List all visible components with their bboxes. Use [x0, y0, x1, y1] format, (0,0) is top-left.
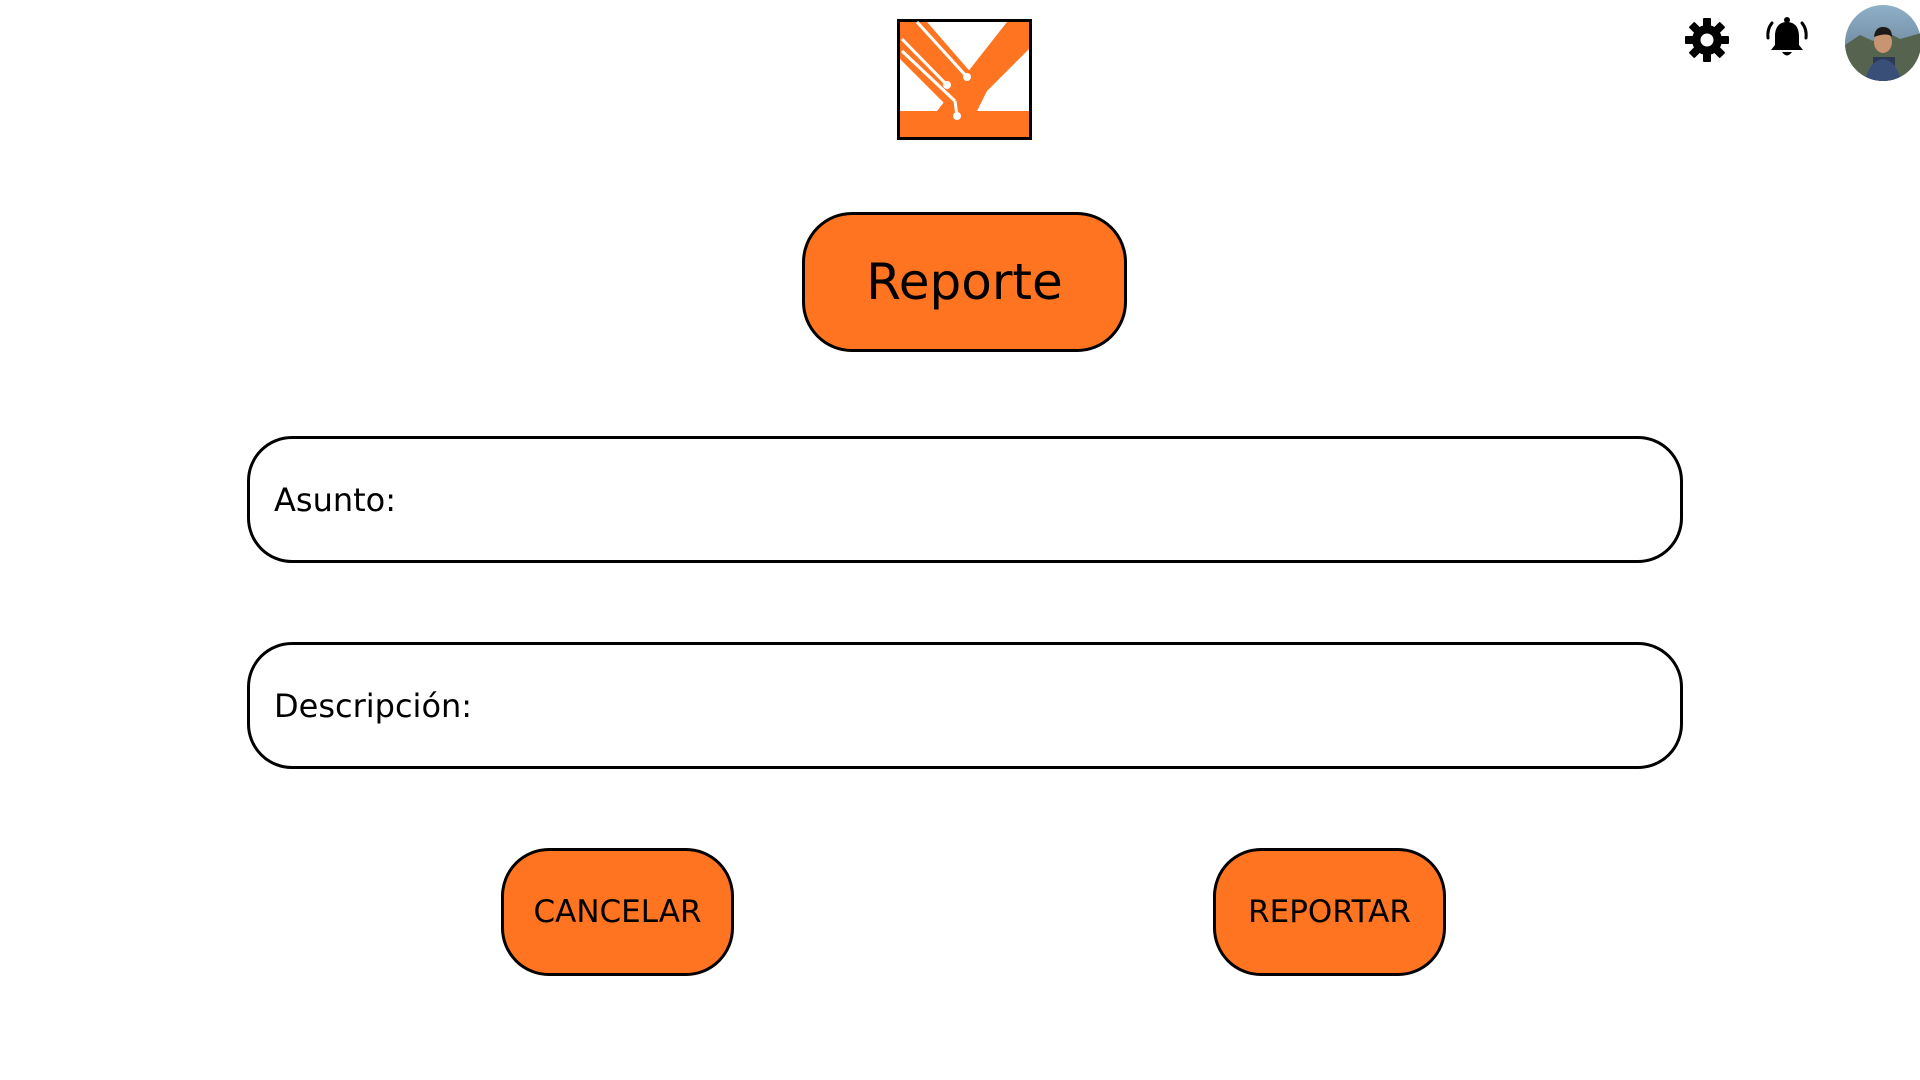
page-title: Reporte	[802, 212, 1127, 352]
report-button[interactable]: REPORTAR	[1213, 848, 1446, 976]
bell-icon[interactable]	[1763, 14, 1811, 62]
description-input[interactable]	[482, 675, 1680, 736]
subject-input[interactable]	[406, 469, 1680, 530]
cancel-button[interactable]: CANCELAR	[501, 848, 734, 976]
user-avatar[interactable]	[1845, 5, 1920, 81]
description-label: Descripción:	[274, 686, 473, 725]
report-page: Reporte Asunto: Descripción: CANCELAR RE…	[0, 0, 1920, 1080]
gear-icon[interactable]	[1683, 16, 1731, 64]
subject-field[interactable]: Asunto:	[247, 436, 1683, 563]
brand-logo-icon	[897, 19, 1032, 140]
description-field[interactable]: Descripción:	[247, 642, 1683, 769]
subject-label: Asunto:	[274, 480, 397, 519]
